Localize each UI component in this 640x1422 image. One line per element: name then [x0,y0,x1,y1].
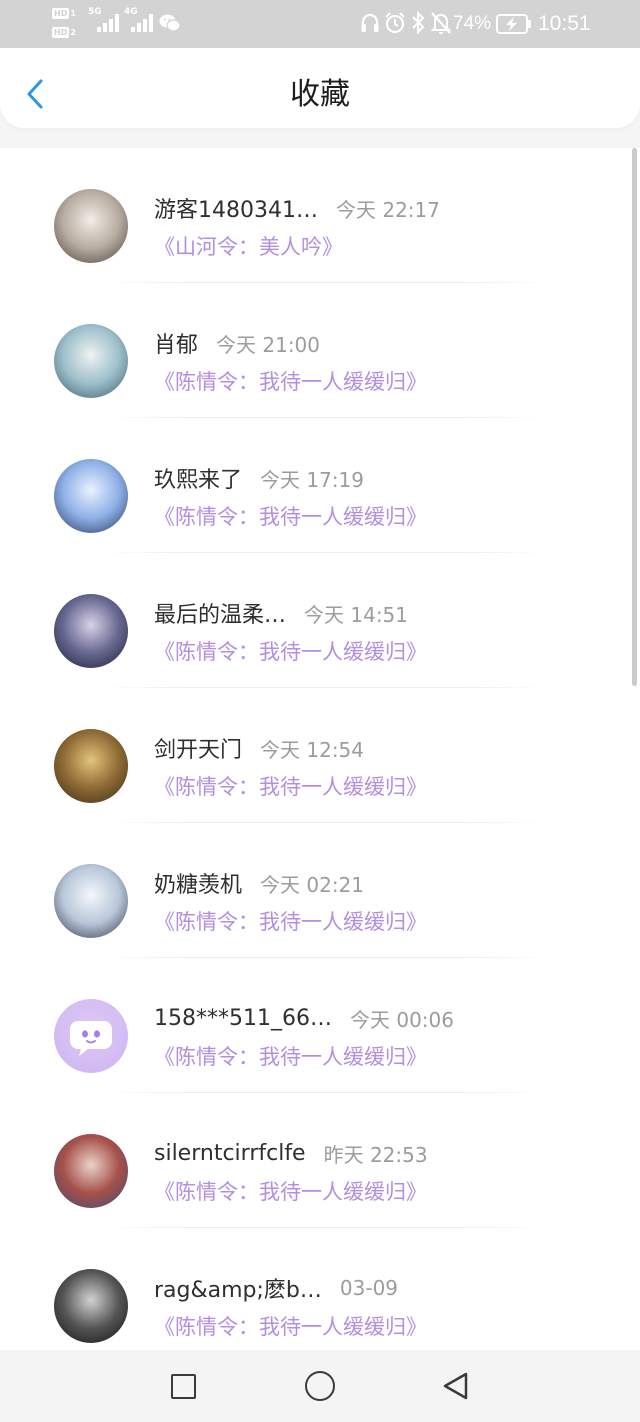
timestamp: 今天 12:54 [260,737,365,762]
user-name: rag&amp;麽b… [154,1278,322,1303]
work-title[interactable]: 《陈情令：我待一人缓缓归》 [154,637,427,667]
work-title[interactable]: 《山河令：美人吟》 [154,232,343,262]
timestamp: 今天 00:06 [349,1007,454,1032]
sim1-hd-badge: HD 1 [52,7,76,20]
user-name: silerntcirrfclfe [154,1140,306,1166]
name-line: 游客1480341… 今天 22:17 [154,192,440,224]
list-item[interactable]: 158***511_66… 今天 00:06 《陈情令：我待一人缓缓归》 [0,958,640,1093]
work-title[interactable]: 《陈情令：我待一人缓缓归》 [154,1177,427,1207]
timestamp: 今天 02:21 [260,872,365,897]
wechat-icon [159,14,181,32]
bell-mute-icon [430,12,452,34]
user-name: 奶糖羡机 [154,873,243,898]
name-line: 最后的温柔… 今天 14:51 [154,597,408,629]
timestamp: 今天 14:51 [304,602,409,627]
avatar[interactable] [54,864,128,938]
name-line: 肖郁 今天 21:00 [154,327,320,359]
timestamp: 今天 22:17 [335,197,440,222]
work-title[interactable]: 《陈情令：我待一人缓缓归》 [154,1042,427,1072]
avatar[interactable] [54,999,128,1073]
work-title[interactable]: 《陈情令：我待一人缓缓归》 [154,907,427,937]
work-title[interactable]: 《陈情令：我待一人缓缓归》 [154,772,427,802]
work-title[interactable]: 《陈情令：我待一人缓缓归》 [154,367,427,397]
timestamp: 今天 17:19 [260,467,365,492]
signal-icon [131,14,153,32]
headphones-icon [361,13,379,32]
avatar[interactable] [54,324,128,398]
avatar[interactable] [54,1269,128,1343]
sim2-number: 2 [70,28,76,37]
favorites-list: 游客1480341… 今天 22:17 《山河令：美人吟》 肖郁 今天 21:0… [0,148,640,1350]
avatar[interactable] [54,459,128,533]
status-bar: HD 1 HD 2 5G 4G 74% 10:51 [0,0,640,48]
avatar[interactable] [54,729,128,803]
user-name: 最后的温柔… [154,603,287,628]
name-line: 剑开天门 今天 12:54 [154,732,364,764]
list-item[interactable]: 剑开天门 今天 12:54 《陈情令：我待一人缓缓归》 [0,688,640,823]
avatar[interactable] [54,1134,128,1208]
sim2-hd-label: HD [52,27,70,38]
square-recent-icon[interactable] [171,1374,196,1399]
avatar[interactable] [54,189,128,263]
list-item[interactable]: 游客1480341… 今天 22:17 《山河令：美人吟》 [0,148,640,283]
timestamp: 03-09 [339,1276,399,1300]
list-item[interactable]: silerntcirrfclfe 昨天 22:53 《陈情令：我待一人缓缓归》 [0,1093,640,1228]
list-item[interactable]: 玖熙来了 今天 17:19 《陈情令：我待一人缓缓归》 [0,418,640,553]
user-name: 肖郁 [154,333,199,358]
app-header: 收藏 [0,48,640,128]
bluetooth-icon [412,10,425,35]
circle-home-icon[interactable] [305,1371,335,1401]
sim1-number: 1 [70,9,76,18]
name-line: rag&amp;麽b… 03-09 [154,1272,398,1304]
user-name: 剑开天门 [154,738,243,763]
list-item[interactable]: 最后的温柔… 今天 14:51 《陈情令：我待一人缓缓归》 [0,553,640,688]
scrollbar[interactable] [632,148,637,686]
list-item[interactable]: rag&amp;麽b… 03-09 《陈情令：我待一人缓缓归》 [0,1228,640,1350]
timestamp: 昨天 22:53 [323,1142,428,1167]
system-nav-bar [0,1350,640,1422]
clock: 10:51 [538,12,591,35]
timestamp: 今天 21:00 [216,332,321,357]
sim1-hd-label: HD [52,8,70,19]
list-item[interactable]: 奶糖羡机 今天 02:21 《陈情令：我待一人缓缓归》 [0,823,640,958]
alarm-icon [385,12,405,34]
avatar[interactable] [54,594,128,668]
name-line: 158***511_66… 今天 00:06 [154,1002,454,1034]
chat-bubble-icon [70,1021,112,1056]
signal-icon [97,14,119,32]
work-title[interactable]: 《陈情令：我待一人缓缓归》 [154,1312,427,1342]
user-name: 158***511_66… [154,1005,332,1031]
user-name: 玖熙来了 [154,468,243,493]
page-title: 收藏 [290,77,350,112]
work-title[interactable]: 《陈情令：我待一人缓缓归》 [154,502,427,532]
name-line: silerntcirrfclfe 昨天 22:53 [154,1137,428,1169]
sim2-hd-badge: HD 2 [52,26,76,39]
battery-charging-icon [496,14,531,34]
battery-percent: 74% [453,13,492,34]
list-item[interactable]: 肖郁 今天 21:00 《陈情令：我待一人缓缓归》 [0,283,640,418]
name-line: 玖熙来了 今天 17:19 [154,462,364,494]
user-name: 游客1480341… [154,198,318,223]
triangle-back-icon[interactable] [440,1370,472,1402]
name-line: 奶糖羡机 今天 02:21 [154,867,364,899]
